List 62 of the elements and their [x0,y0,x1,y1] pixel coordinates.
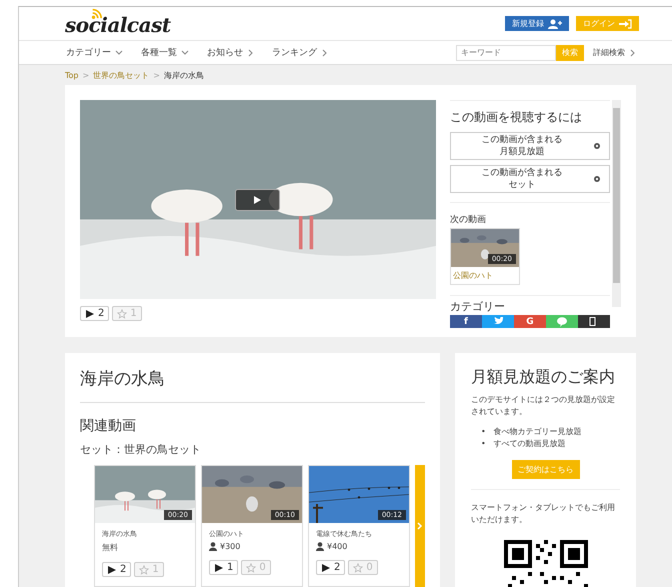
play-count[interactable]: 2 [316,560,346,575]
sign-in-icon [619,18,632,28]
user-icon [209,542,217,551]
gear-icon [593,142,601,150]
promo-text: このデモサイトには２つの見放題が設定されています。 [471,394,616,418]
breadcrumb-separator: > [153,70,160,80]
nav-menu-item[interactable]: ランキング [272,45,328,60]
advanced-search-link[interactable]: 詳細検索 [593,47,636,58]
user-icon [316,542,324,551]
share-button[interactable] [578,315,610,328]
purchase-option-button[interactable]: この動画が含まれる 月額見放題 [450,132,610,160]
mobile-text: スマートフォン・タブレットでもご利用いただけます。 [471,489,620,526]
category-heading: カテゴリー [450,295,610,314]
promo-title: 月額見放題のご案内 [471,367,616,388]
next-video-heading: 次の動画 [450,214,487,226]
video-thumbnail [451,229,519,267]
chevron-right-icon [247,48,254,56]
play-icon [321,562,331,572]
play-icon [85,308,95,318]
nav-menu-item[interactable]: お知らせ [207,45,254,60]
set-label: セット：世界の鳥セット [80,442,202,457]
play-count[interactable]: 2 [102,562,132,577]
video-title: 海岸の水鳥 [80,367,425,403]
chevron-right-icon [417,522,423,530]
breadcrumb-separator: > [82,70,90,80]
user-plus-icon [548,18,562,28]
play-button[interactable] [235,189,280,211]
price-label: ¥400 [316,542,402,551]
caret-down-icon [115,49,123,56]
star-icon [353,562,364,572]
nav-menu-item[interactable]: カテゴリー [66,45,123,60]
play-count[interactable]: 2 [80,306,110,321]
breadcrumb-current: 海岸の水鳥 [164,70,204,80]
section-heading: この動画を視聴するには [450,100,610,126]
share-button[interactable]: f [450,315,482,328]
price-label: 無料 [102,542,119,553]
play-icon [107,564,117,574]
keyword-search-field[interactable]: キーワード [456,44,556,60]
price-label: ¥300 [209,542,295,551]
gear-icon [593,175,601,183]
register-button[interactable]: 新規登録 [505,16,569,31]
share-button[interactable]: G [514,315,546,328]
scrollbar[interactable] [612,100,621,307]
play-icon [253,195,262,205]
related-heading: 関連動画 [80,417,137,435]
bullet: • [481,426,486,438]
star-icon [117,308,128,318]
nav-menu-item[interactable]: 各種一覧 [141,45,189,60]
purchase-option-button[interactable]: この動画が含まれる セット [450,165,610,193]
plan-list-item: すべての動画見放題 [494,438,566,450]
star-icon [139,564,150,574]
play-icon [214,562,224,572]
plan-list-item: 食べ物カテゴリー見放題 [494,426,582,438]
bird-icon [493,316,503,326]
caret-down-icon [181,49,189,56]
play-count[interactable]: 1 [209,560,238,575]
bullet: • [481,438,486,450]
chevron-right-icon [629,48,636,56]
star-icon [246,562,256,572]
chevron-right-icon [321,48,328,56]
site-logo[interactable]: socialcast [65,7,171,37]
chat-bubble-icon [557,316,567,326]
